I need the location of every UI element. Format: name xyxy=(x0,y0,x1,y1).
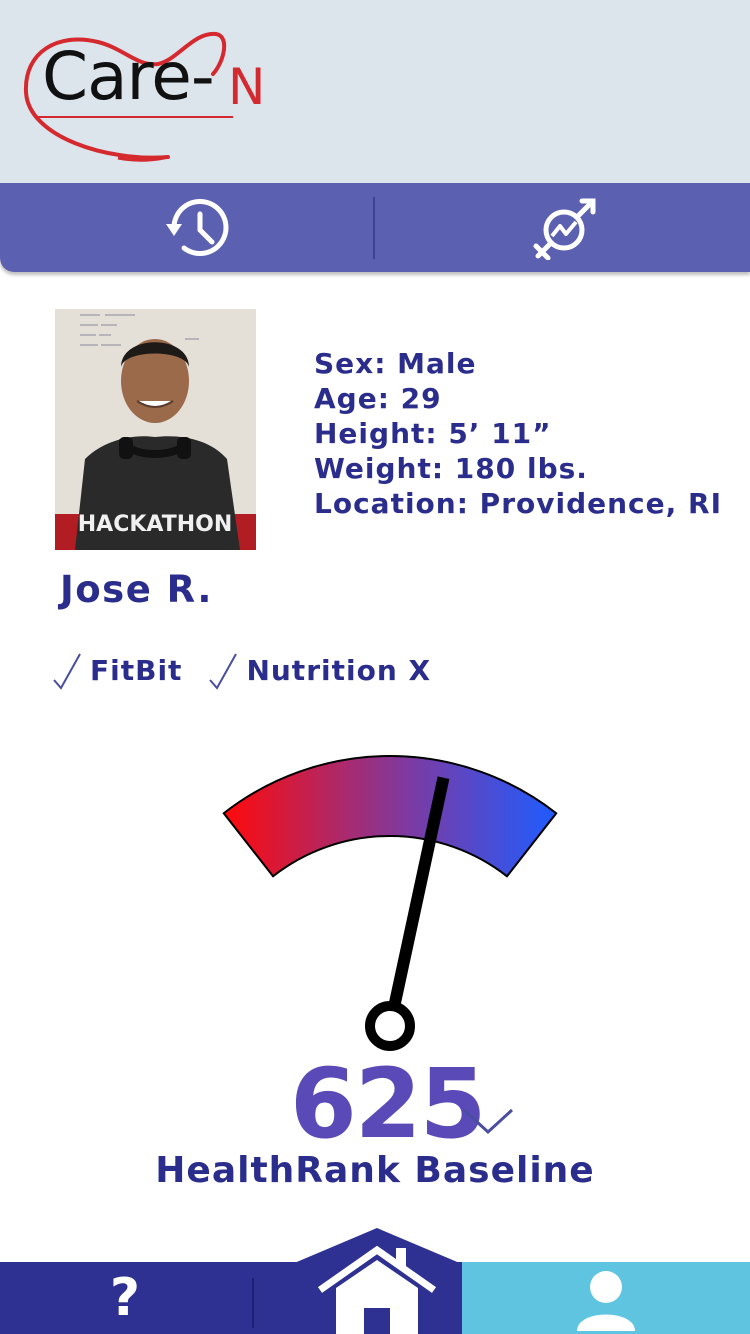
compare-button[interactable] xyxy=(386,183,750,272)
sex-field: Sex: Male xyxy=(314,347,477,380)
profile-details: Sex: Male Age: 29 Height: 5’ 11” Weight:… xyxy=(314,346,722,521)
height-field: Height: 5’ 11” xyxy=(314,417,552,450)
history-icon xyxy=(166,198,229,256)
gauge-pivot xyxy=(365,1001,415,1051)
help-label: ? xyxy=(109,1268,141,1328)
user-name: Jose R. xyxy=(60,568,213,611)
checkmark-icon xyxy=(209,653,238,690)
checkmark-icon xyxy=(53,653,81,690)
integration-label: Nutrition X xyxy=(246,653,432,687)
profile-tab[interactable] xyxy=(462,1262,750,1334)
help-button[interactable]: ? xyxy=(0,1262,250,1334)
bottomnav-divider xyxy=(252,1278,254,1328)
gauge-arc xyxy=(222,755,558,878)
location-field: Location: Providence, RI xyxy=(314,487,723,520)
age-field: Age: 29 xyxy=(314,382,442,415)
logo-text: Care- xyxy=(42,38,215,115)
integration-nutrition-x[interactable]: Nutrition X xyxy=(208,650,431,690)
shirt-text: HACKATHON xyxy=(78,512,232,537)
healthrank-gauge xyxy=(222,755,558,1051)
integration-list: FitBit Nutrition X xyxy=(52,650,457,690)
user-icon xyxy=(577,1271,635,1331)
healthrank-score: 625 xyxy=(290,1048,486,1160)
integration-fitbit[interactable]: FitBit xyxy=(52,650,182,690)
top-navigation xyxy=(0,183,750,272)
healthrank-label: HealthRank Baseline xyxy=(155,1150,595,1191)
chevron-down-icon[interactable] xyxy=(462,1106,514,1136)
topnav-divider xyxy=(373,197,375,259)
logo-suffix: N xyxy=(228,58,266,116)
weight-field: Weight: 180 lbs. xyxy=(314,452,588,485)
profile-photo: HACKATHON xyxy=(55,309,256,550)
integration-label: FitBit xyxy=(90,653,183,687)
history-button[interactable] xyxy=(30,183,370,272)
home-tab[interactable] xyxy=(292,1228,462,1334)
analytics-compare-icon xyxy=(533,198,596,260)
app-header: Care- N xyxy=(0,0,750,183)
